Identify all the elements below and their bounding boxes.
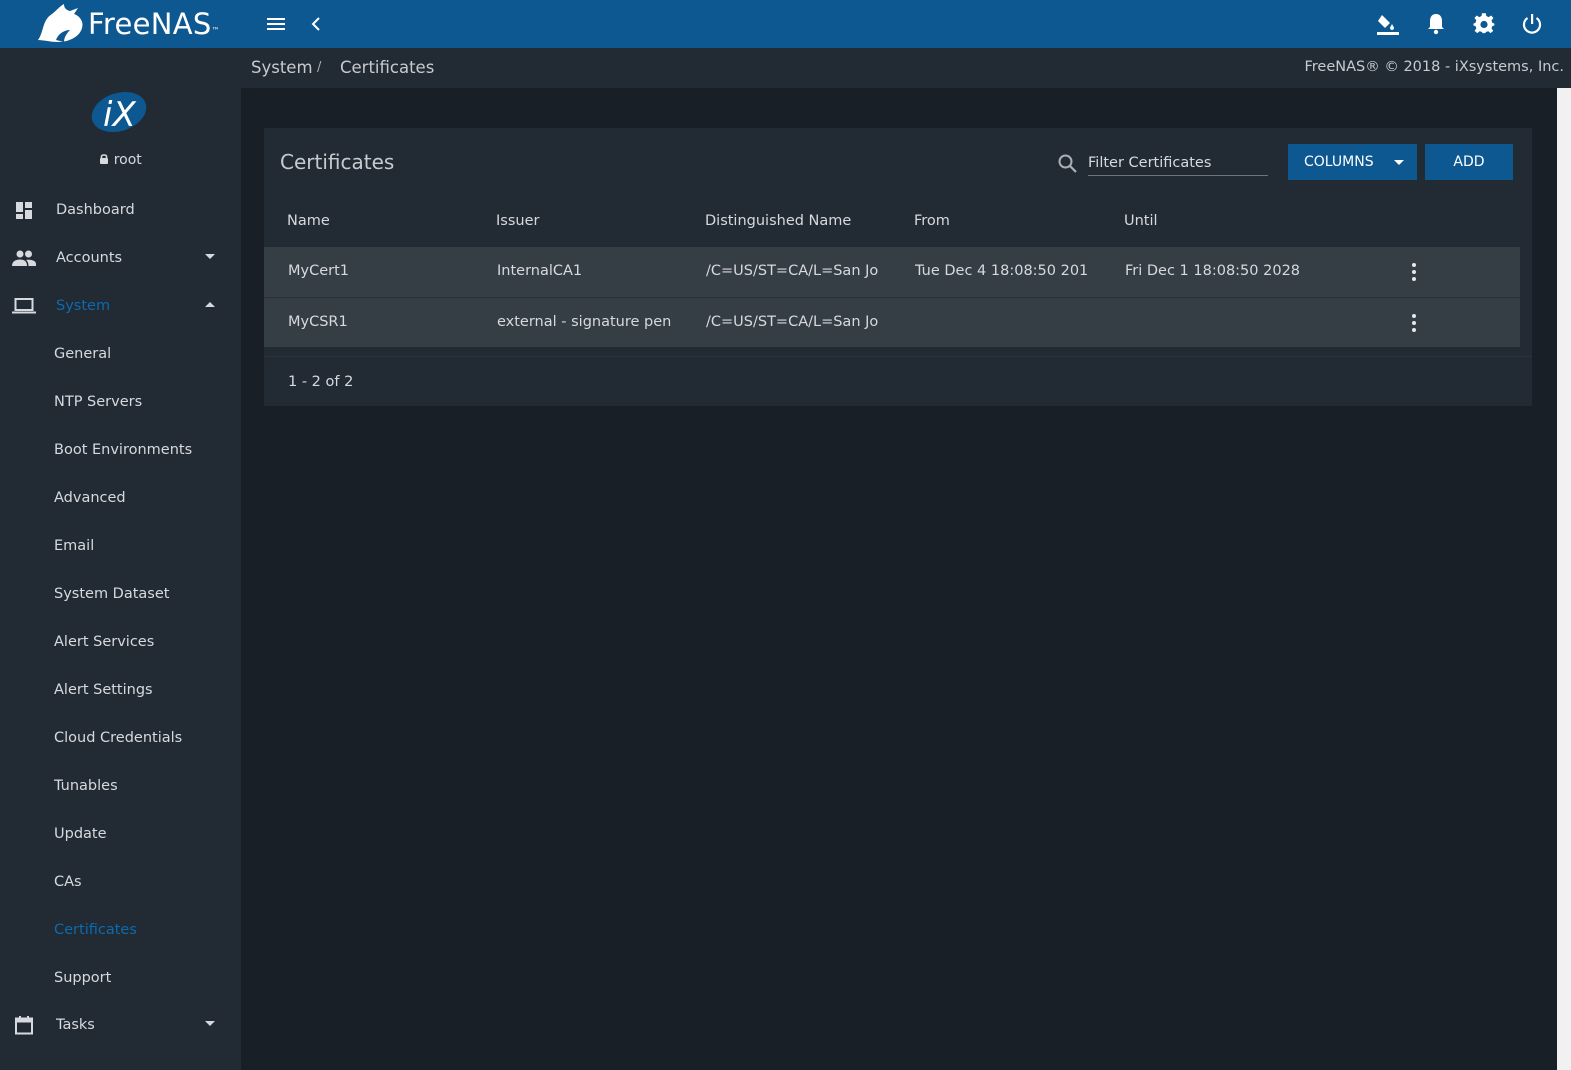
paint-bucket-icon[interactable] bbox=[1376, 12, 1400, 36]
filter-certificates-input[interactable] bbox=[1088, 150, 1268, 176]
cell-distinguished-name: /C=US/ST=CA/L=San Jo bbox=[706, 314, 879, 330]
sidebar-subitem-label: Boot Environments bbox=[54, 442, 193, 458]
sidebar-subitem-label: System Dataset bbox=[54, 586, 170, 602]
sidebar-subitem-alert-settings[interactable]: Alert Settings bbox=[0, 666, 241, 714]
bell-icon[interactable] bbox=[1424, 12, 1448, 36]
sidebar-subitem-label: Certificates bbox=[54, 922, 137, 938]
chevron-down-icon bbox=[205, 1021, 215, 1026]
page-scrollbar[interactable] bbox=[1557, 88, 1571, 1070]
sidebar-subitem-advanced[interactable]: Advanced bbox=[0, 474, 241, 522]
user-display: root bbox=[0, 152, 241, 168]
table-header: Name Issuer Distinguished Name From Unti… bbox=[264, 198, 1520, 247]
sidebar-subitem-update[interactable]: Update bbox=[0, 810, 241, 858]
sidebar-subitem-label: Update bbox=[54, 826, 107, 842]
sidebar-item-tasks[interactable]: Tasks bbox=[0, 1001, 241, 1049]
sidebar-subitem-boot-environments[interactable]: Boot Environments bbox=[0, 426, 241, 474]
sidebar-subitem-certificates[interactable]: Certificates bbox=[0, 906, 241, 954]
cell-issuer: external - signature pen bbox=[497, 314, 672, 330]
sidebar-subitem-tunables[interactable]: Tunables bbox=[0, 762, 241, 810]
breadcrumb-current: Certificates bbox=[340, 58, 435, 77]
sidebar-item-label: Tasks bbox=[56, 1017, 95, 1033]
freenas-shark-icon bbox=[38, 4, 83, 42]
sidebar-subitem-label: Alert Settings bbox=[54, 682, 153, 698]
table-row[interactable]: MyCert1 InternalCA1 /C=US/ST=CA/L=San Jo… bbox=[264, 247, 1520, 297]
breadcrumb: System / Certificates FreeNAS® © 2018 - … bbox=[241, 48, 1571, 88]
sidebar-subitem-label: CAs bbox=[54, 874, 82, 890]
breadcrumb-separator: / bbox=[317, 60, 322, 75]
sidebar-item-accounts[interactable]: Accounts bbox=[0, 234, 241, 282]
cell-name: MyCert1 bbox=[288, 263, 350, 279]
page-title: Certificates bbox=[280, 150, 395, 174]
calendar-icon bbox=[12, 1013, 36, 1037]
sidebar-subitem-system-dataset[interactable]: System Dataset bbox=[0, 570, 241, 618]
row-actions-menu-icon[interactable] bbox=[1404, 311, 1424, 335]
sidebar-subitem-email[interactable]: Email bbox=[0, 522, 241, 570]
sidebar-subitem-general[interactable]: General bbox=[0, 330, 241, 378]
table-row[interactable]: MyCSR1 external - signature pen /C=US/ST… bbox=[264, 297, 1520, 347]
column-header-distinguished-name[interactable]: Distinguished Name bbox=[705, 213, 851, 229]
brand-trademark: ™ bbox=[211, 25, 220, 35]
dropdown-arrow-icon bbox=[1394, 160, 1404, 165]
gear-icon[interactable] bbox=[1472, 12, 1496, 36]
sidebar-item-system[interactable]: System bbox=[0, 282, 241, 330]
cell-from: Tue Dec 4 18:08:50 201 bbox=[915, 263, 1089, 279]
cell-name: MyCSR1 bbox=[288, 314, 348, 330]
sidebar-subitem-cloud-credentials[interactable]: Cloud Credentials bbox=[0, 714, 241, 762]
pagination-range: 1 - 2 of 2 bbox=[288, 374, 354, 390]
dashboard-icon bbox=[12, 198, 36, 222]
ix-logo: iX bbox=[90, 88, 148, 135]
cell-issuer: InternalCA1 bbox=[497, 263, 583, 279]
columns-button[interactable]: COLUMNS bbox=[1288, 144, 1417, 180]
top-bar: FreeNAS ™ bbox=[0, 0, 1571, 48]
add-button[interactable]: ADD bbox=[1425, 144, 1513, 180]
ix-logo-text: iX bbox=[103, 95, 136, 134]
power-icon[interactable] bbox=[1520, 12, 1544, 36]
brand-name: FreeNAS bbox=[88, 7, 212, 41]
cell-until: Fri Dec 1 18:08:50 2028 bbox=[1125, 263, 1301, 279]
chevron-left-icon[interactable] bbox=[304, 12, 328, 36]
column-header-until[interactable]: Until bbox=[1124, 213, 1158, 229]
sidebar-item-label: Accounts bbox=[56, 250, 123, 266]
sidebar-item-label: System bbox=[56, 298, 111, 314]
sidebar-subitem-label: NTP Servers bbox=[54, 394, 143, 410]
certificates-card: Certificates COLUMNS ADD Name Issuer Dis… bbox=[264, 128, 1532, 406]
laptop-icon bbox=[12, 294, 36, 318]
people-icon bbox=[12, 246, 36, 270]
sidebar-item-label: Dashboard bbox=[56, 202, 135, 218]
add-button-label: ADD bbox=[1453, 154, 1485, 170]
sidebar-subitem-alert-services[interactable]: Alert Services bbox=[0, 618, 241, 666]
breadcrumb-system[interactable]: System bbox=[251, 58, 313, 77]
menu-icon[interactable] bbox=[264, 12, 288, 36]
sidebar-subitem-label: Support bbox=[54, 970, 112, 986]
username: root bbox=[113, 152, 142, 168]
divider bbox=[264, 356, 1532, 357]
sidebar-subitem-label: Cloud Credentials bbox=[54, 730, 183, 746]
copyright-text: FreeNAS® © 2018 - iXsystems, Inc. bbox=[1304, 59, 1564, 75]
brand-logo[interactable]: FreeNAS ™ bbox=[0, 0, 241, 48]
chevron-up-icon bbox=[205, 302, 215, 307]
cell-distinguished-name: /C=US/ST=CA/L=San Jo bbox=[706, 263, 879, 279]
sidebar-subitem-label: Alert Services bbox=[54, 634, 155, 650]
search-icon bbox=[1056, 152, 1080, 176]
sidebar-subitem-label: Tunables bbox=[54, 778, 118, 794]
sidebar-subitem-label: Email bbox=[54, 538, 95, 554]
chevron-down-icon bbox=[205, 254, 215, 259]
sidebar-subitem-label: General bbox=[54, 346, 112, 362]
column-header-issuer[interactable]: Issuer bbox=[496, 213, 539, 229]
sidebar: iX root Dashboard Accounts System Genera… bbox=[0, 48, 241, 1070]
lock-icon bbox=[99, 152, 109, 168]
row-actions-menu-icon[interactable] bbox=[1404, 260, 1424, 284]
sidebar-subitem-ntp-servers[interactable]: NTP Servers bbox=[0, 378, 241, 426]
column-header-name[interactable]: Name bbox=[287, 213, 330, 229]
sidebar-subitem-cas[interactable]: CAs bbox=[0, 858, 241, 906]
sidebar-subitem-label: Advanced bbox=[54, 490, 126, 506]
sidebar-item-dashboard[interactable]: Dashboard bbox=[0, 186, 241, 234]
columns-button-label: COLUMNS bbox=[1304, 154, 1374, 170]
column-header-from[interactable]: From bbox=[914, 213, 950, 229]
sidebar-subitem-support[interactable]: Support bbox=[0, 954, 241, 1002]
